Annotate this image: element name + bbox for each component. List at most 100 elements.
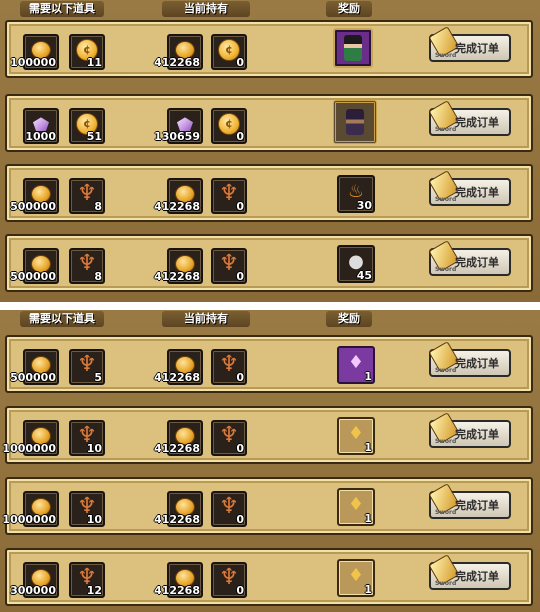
required-item-wing[interactable]: ♆ 8 — [69, 178, 105, 214]
required-item-medal[interactable]: ¢ 11 — [69, 34, 105, 70]
owned-item-gem[interactable]: 130659 — [154, 108, 203, 144]
required-item-coin[interactable]: 500000 — [10, 248, 59, 284]
gold-bag-icon: ♦ — [347, 565, 365, 587]
required-item-wing[interactable]: ♆ 5 — [69, 349, 105, 385]
required-item-gem[interactable]: 1000 — [23, 108, 59, 144]
complete-order-button[interactable]: 完成订单 Sword — [428, 170, 511, 206]
sword-caption: Sword — [435, 52, 457, 59]
reward-qty: 1 — [364, 583, 372, 596]
required-qty: 12 — [86, 584, 102, 597]
complete-order-button[interactable]: 完成订单 Sword — [428, 554, 511, 590]
complete-order-label: 完成订单 — [455, 357, 499, 370]
reward-qty: 1 — [364, 441, 372, 454]
complete-order-button[interactable]: 完成订单 Sword — [428, 412, 511, 448]
required-qty: 500000 — [10, 270, 56, 283]
owned-item-coin[interactable]: 412268 — [154, 562, 203, 598]
complete-order-button[interactable]: 完成订单 Sword — [428, 240, 511, 276]
order-row: 1000 ¢ 51 130659 ¢ 0 完成订单 Sword — [5, 94, 533, 152]
required-qty: 5 — [94, 371, 102, 384]
owned-qty: 412268 — [154, 371, 200, 384]
bag-icon: ♦ — [347, 352, 365, 374]
owned-qty: 0 — [236, 513, 244, 526]
required-qty: 11 — [86, 56, 102, 69]
header-required: 需要以下道具 — [20, 311, 104, 327]
owned-item-wing[interactable]: ♆ 0 — [211, 491, 247, 527]
required-item-wing[interactable]: ♆ 8 — [69, 248, 105, 284]
required-item-medal[interactable]: ¢ 51 — [69, 108, 105, 144]
reward-qty: 1 — [364, 370, 372, 383]
owned-item-wing[interactable]: ♆ 0 — [211, 349, 247, 385]
complete-order-label: 完成订单 — [455, 499, 499, 512]
sword-caption: Sword — [435, 367, 457, 374]
owned-item-wing[interactable]: ♆ 0 — [211, 562, 247, 598]
required-qty: 300000 — [10, 584, 56, 597]
owned-qty: 0 — [236, 442, 244, 455]
complete-order-label: 完成订单 — [455, 116, 499, 129]
owned-qty: 412268 — [154, 442, 200, 455]
required-qty: 51 — [86, 130, 102, 143]
reward-item[interactable] — [333, 28, 373, 68]
required-qty: 10 — [86, 442, 102, 455]
owned-item-medal[interactable]: ¢ 0 — [211, 34, 247, 70]
gold-bag-icon: ♦ — [347, 423, 365, 445]
required-item-coin[interactable]: 1000000 — [2, 491, 59, 527]
reward-item[interactable]: ● 45 — [337, 245, 375, 283]
owned-item-coin[interactable]: 412268 — [154, 491, 203, 527]
owned-item-wing[interactable]: ♆ 0 — [211, 420, 247, 456]
owned-item-coin[interactable]: 412268 — [154, 420, 203, 456]
sword-caption: Sword — [435, 196, 457, 203]
owned-item-coin[interactable]: 412268 — [154, 178, 203, 214]
owned-qty: 412268 — [154, 584, 200, 597]
required-qty: 1000 — [25, 130, 56, 143]
reward-item[interactable]: ♦ 1 — [337, 488, 375, 526]
complete-order-label: 完成订单 — [455, 42, 499, 55]
owned-qty: 412268 — [154, 200, 200, 213]
order-row: 500000 ♆ 5 412268 ♆ 0 ♦ 1 完成订单 Sword — [5, 335, 533, 393]
orders-panel-top: 需要以下道具 当前持有 奖励 100000 ¢ 11 412268 ¢ 0 完成… — [0, 0, 540, 302]
reward-item[interactable]: ♨ 30 — [337, 175, 375, 213]
sword-caption: Sword — [435, 266, 457, 273]
required-item-coin[interactable]: 500000 — [10, 178, 59, 214]
sword-caption: Sword — [435, 438, 457, 445]
header-required: 需要以下道具 — [20, 1, 104, 17]
owned-qty: 0 — [236, 270, 244, 283]
owned-item-coin[interactable]: 412268 — [154, 349, 203, 385]
complete-order-button[interactable]: 完成订单 Sword — [428, 100, 511, 136]
owned-item-wing[interactable]: ♆ 0 — [211, 248, 247, 284]
required-qty: 500000 — [10, 200, 56, 213]
required-qty: 8 — [94, 270, 102, 283]
header-current: 当前持有 — [162, 311, 250, 327]
order-row: 100000 ¢ 11 412268 ¢ 0 完成订单 Sword — [5, 20, 533, 78]
required-item-wing[interactable]: ♆ 12 — [69, 562, 105, 598]
owned-qty: 0 — [236, 371, 244, 384]
complete-order-label: 完成订单 — [455, 428, 499, 441]
reward-item[interactable]: ♦ 1 — [337, 417, 375, 455]
order-row: 1000000 ♆ 10 412268 ♆ 0 ♦ 1 完成订单 Sword — [2, 477, 533, 535]
required-item-wing[interactable]: ♆ 10 — [69, 420, 105, 456]
order-row: 1000000 ♆ 10 412268 ♆ 0 ♦ 1 完成订单 Sword — [2, 406, 533, 464]
owned-item-coin[interactable]: 412268 — [154, 248, 203, 284]
reward-item[interactable]: ♦ 1 — [337, 346, 375, 384]
complete-order-button[interactable]: 完成订单 Sword — [428, 483, 511, 519]
required-item-coin[interactable]: 1000000 — [2, 420, 59, 456]
owned-qty: 412268 — [154, 513, 200, 526]
reward-item[interactable] — [333, 100, 377, 144]
sword-caption: Sword — [435, 126, 457, 133]
gold-bag-icon: ♦ — [347, 494, 365, 516]
owned-item-medal[interactable]: ¢ 0 — [211, 108, 247, 144]
required-item-coin[interactable]: 500000 — [10, 349, 59, 385]
required-item-coin[interactable]: 100000 — [10, 34, 59, 70]
reward-qty: 30 — [356, 199, 372, 212]
owned-item-wing[interactable]: ♆ 0 — [211, 178, 247, 214]
complete-order-button[interactable]: 完成订单 Sword — [428, 341, 511, 377]
order-row: 500000 ♆ 8 412268 ♆ 0 ♨ 30 完成订单 Sword — [5, 164, 533, 222]
owned-item-coin[interactable]: 412268 — [154, 34, 203, 70]
required-item-wing[interactable]: ♆ 10 — [69, 491, 105, 527]
orders-panel-bottom: 需要以下道具 当前持有 奖励 500000 ♆ 5 412268 ♆ 0 ♦ 1… — [0, 310, 540, 612]
reward-qty: 1 — [364, 512, 372, 525]
reward-item[interactable]: ♦ 1 — [337, 559, 375, 597]
owned-qty: 0 — [236, 200, 244, 213]
required-qty: 1000000 — [2, 442, 56, 455]
required-item-coin[interactable]: 300000 — [10, 562, 59, 598]
complete-order-button[interactable]: 完成订单 Sword — [428, 26, 511, 62]
